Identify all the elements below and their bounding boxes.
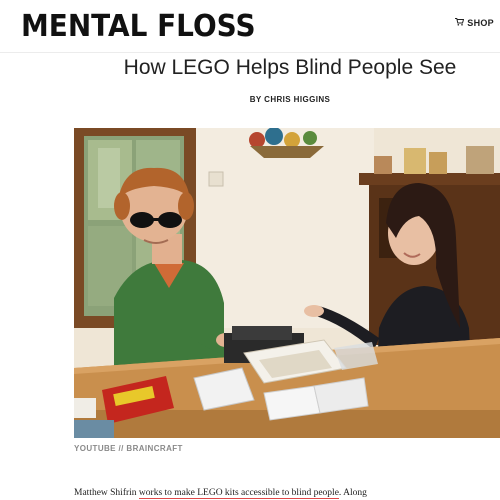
article-photo [74, 128, 500, 438]
article-body: Matthew Shifrin works to make LEGO kits … [74, 488, 494, 499]
shop-link[interactable]: SHOP [455, 18, 494, 28]
cart-icon [455, 18, 467, 28]
body-link[interactable]: works to make LEGO kits accessible to bl… [138, 488, 339, 499]
shop-label: SHOP [467, 18, 494, 28]
image-credit: YOUTUBE // BRAINCRAFT [74, 444, 183, 453]
article-title: How LEGO Helps Blind People See [123, 56, 457, 79]
site-logo[interactable]: MENTAL FLOSS [21, 9, 256, 45]
site-header: MENTAL FLOSS SHOP [0, 0, 500, 53]
body-text-end: . Along [338, 488, 367, 498]
article-byline[interactable]: BY CHRIS HIGGINS [0, 95, 500, 104]
body-text-start: Matthew Shifrin [74, 488, 139, 498]
